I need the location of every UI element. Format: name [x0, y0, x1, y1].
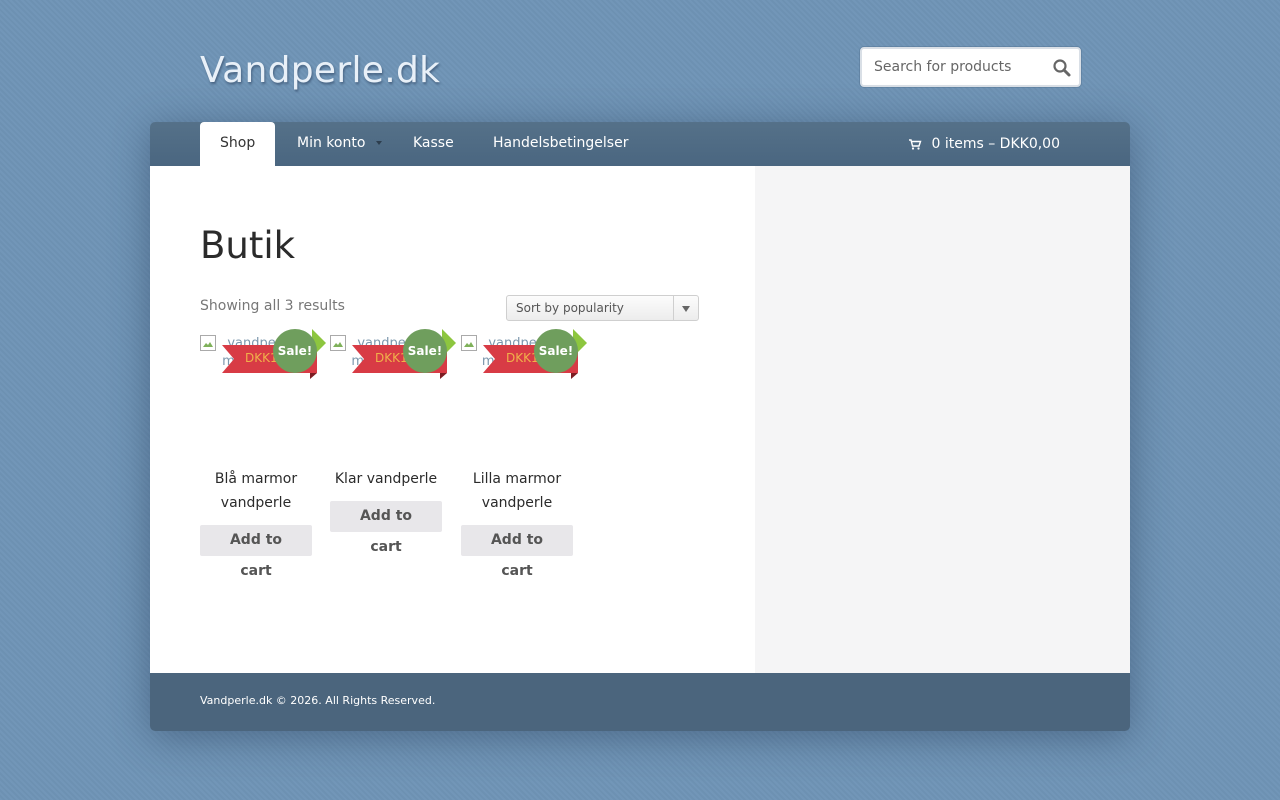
ribbon-fold: [571, 373, 578, 379]
ribbon-fold: [310, 373, 317, 379]
nav-item-handelsbetingelser[interactable]: Handelsbetingelser: [473, 122, 648, 166]
product-card: vandperle mellem klar DKK1 Sale! Klar va…: [330, 329, 456, 555]
product-image[interactable]: vandperle mellem klar DKK1 Sale!: [330, 329, 456, 455]
add-to-cart-button[interactable]: Add to cart: [200, 525, 312, 579]
product-image[interactable]: vandperle marmor blå DKK1 Sale!: [200, 329, 326, 455]
search-icon[interactable]: [1052, 58, 1072, 78]
cart-icon: [908, 139, 921, 150]
chevron-down-icon: [682, 306, 690, 312]
nav-item-shop[interactable]: Shop: [200, 122, 276, 166]
site-title[interactable]: Vandperle.dk: [200, 50, 440, 91]
main-navigation: Shop Min konto Kasse Handelsbetingelser …: [150, 122, 1130, 166]
product-card: vandperle marmor blå DKK1 Sale! Blå marm…: [200, 329, 326, 579]
sort-divider: [673, 296, 674, 320]
nav-item-kasse[interactable]: Kasse: [393, 122, 474, 166]
product-card: vandperle marmor lilla DKK1 Sale! Lilla …: [461, 329, 587, 579]
add-to-cart-button[interactable]: Add to cart: [330, 501, 442, 555]
sort-select[interactable]: Sort by popularity: [506, 295, 699, 321]
sidebar: [755, 166, 1130, 673]
product-name[interactable]: Blå marmor vandperle: [200, 467, 312, 515]
cart-summary: 0 items – DKK0,00: [931, 136, 1061, 152]
sale-badge: Sale!: [403, 329, 447, 373]
sale-badge: Sale!: [534, 329, 578, 373]
sale-badge: Sale!: [273, 329, 317, 373]
product-image[interactable]: vandperle marmor lilla DKK1 Sale!: [461, 329, 587, 455]
sort-selected-value: Sort by popularity: [516, 301, 624, 315]
nav-item-min-konto[interactable]: Min konto: [277, 122, 385, 166]
add-to-cart-button[interactable]: Add to cart: [461, 525, 573, 579]
result-count: Showing all 3 results: [200, 298, 345, 314]
page-title: Butik: [200, 224, 296, 267]
product-name[interactable]: Klar vandperle: [330, 467, 442, 491]
search-input[interactable]: [862, 49, 1042, 85]
chevron-down-icon: [376, 141, 382, 145]
main-content: Butik Showing all 3 results Sort by popu…: [150, 166, 755, 673]
cart-link[interactable]: 0 items – DKK0,00: [908, 122, 1061, 166]
search-box: [860, 47, 1081, 87]
footer-copyright: Vandperle.dk © 2026. All Rights Reserved…: [200, 694, 436, 707]
page-wrapper: Shop Min konto Kasse Handelsbetingelser …: [150, 122, 1130, 731]
product-name[interactable]: Lilla marmor vandperle: [461, 467, 573, 515]
footer: Vandperle.dk © 2026. All Rights Reserved…: [150, 673, 1130, 731]
ribbon-fold: [440, 373, 447, 379]
